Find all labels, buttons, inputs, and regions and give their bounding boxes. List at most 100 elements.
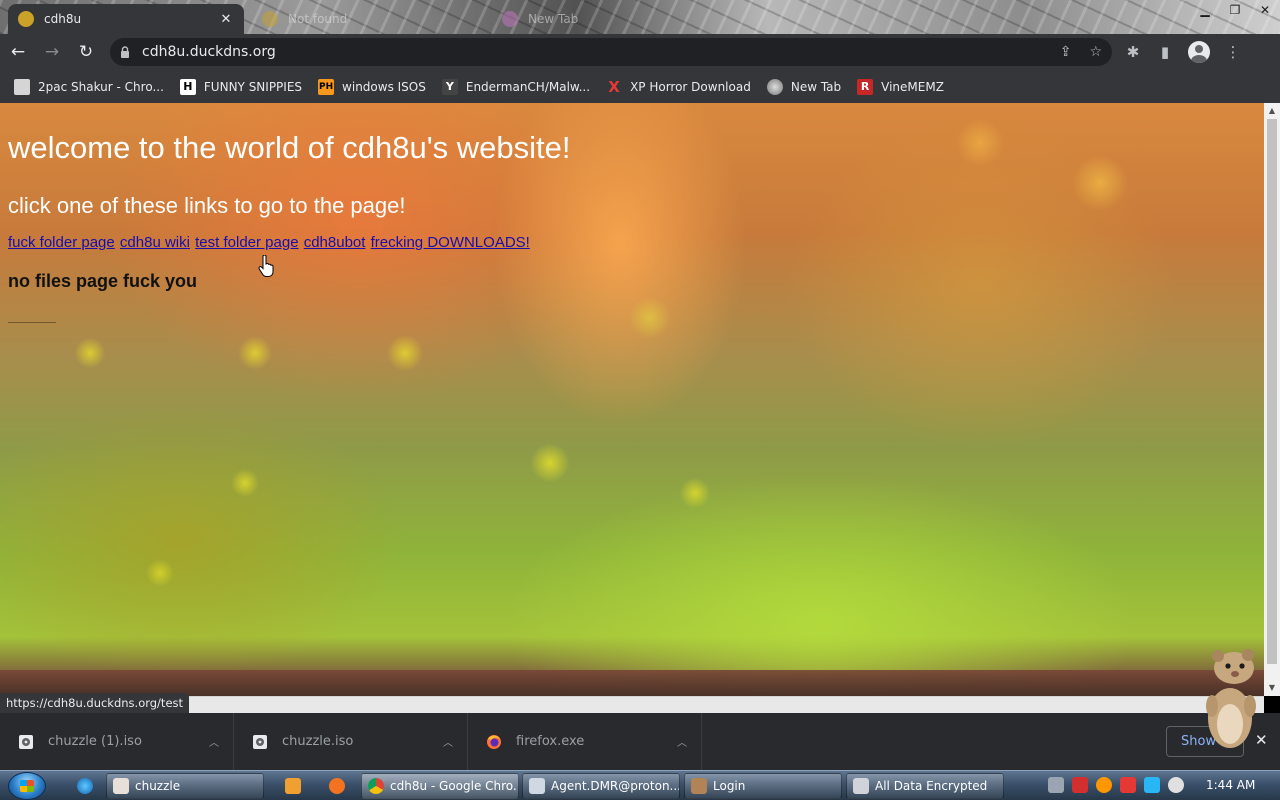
bookmark-label: New Tab <box>790 79 842 94</box>
back-arrow-icon[interactable]: ← <box>2 36 34 68</box>
volume-icon[interactable] <box>1168 777 1184 793</box>
bookmark-vinememz[interactable]: R VineMEMZ <box>857 78 944 95</box>
chevron-up-icon[interactable]: ︿ <box>443 734 453 749</box>
horizontal-scrollbar[interactable] <box>0 696 1264 713</box>
download-shelf: chuzzle (1).iso ︿ chuzzle.iso ︿ firefox.… <box>0 713 1280 770</box>
tab-new-tab[interactable]: New Tab <box>492 4 728 34</box>
profile-avatar[interactable] <box>1188 41 1210 63</box>
globe-icon <box>766 78 783 95</box>
no-files-notice: no files page fuck you <box>8 271 198 291</box>
scroll-down-arrow-icon[interactable]: ▼ <box>1264 680 1280 696</box>
bookmark-label: windows ISOS <box>342 79 426 94</box>
bookmark-endermanch[interactable]: Y EndermanCH/Malw... <box>441 78 590 95</box>
tab-title: cdh8u <box>44 12 82 26</box>
taskbar-button-label: Agent.DMR@proton... <box>551 779 680 793</box>
window-app-icon <box>853 778 869 794</box>
page-title: welcome to the world of cdh8u's website! <box>8 130 571 165</box>
taskbar-button-encrypted[interactable]: All Data Encrypted <box>846 773 1004 799</box>
tray-app-icon[interactable] <box>1048 777 1064 793</box>
reload-icon[interactable]: ↻ <box>70 36 102 68</box>
link-fuck-folder-page[interactable]: fuck folder page <box>8 234 115 251</box>
camera-icon <box>14 78 30 95</box>
restore-icon[interactable]: ❐ <box>1220 2 1250 20</box>
link-preview-status: https://cdh8u.duckdns.org/test <box>0 693 190 713</box>
y-favicon-icon: Y <box>441 78 458 95</box>
login-app-icon <box>691 778 707 794</box>
search-tool-icon[interactable] <box>1096 777 1112 793</box>
page-viewport: welcome to the world of cdh8u's website!… <box>0 103 1264 696</box>
download-item[interactable]: firefox.exe ︿ <box>468 713 702 770</box>
share-icon[interactable]: ⇪ <box>1060 44 1072 60</box>
minimize-icon[interactable]: ▁ <box>1190 2 1220 20</box>
page-content: welcome to the world of cdh8u's website!… <box>0 103 1264 323</box>
hand-pointer-cursor-icon <box>258 255 274 277</box>
ph-favicon-icon: PH <box>318 78 335 95</box>
chevron-up-icon[interactable]: ︿ <box>677 734 687 749</box>
taskbar-button-label: chuzzle <box>135 779 181 793</box>
mail-window-icon <box>529 778 545 794</box>
system-tray <box>1048 777 1184 793</box>
tab-not-found[interactable]: Not found <box>252 4 488 34</box>
tab-cdh8u[interactable]: cdh8u ✕ <box>8 4 244 34</box>
media-player-pin[interactable] <box>274 773 312 799</box>
tab-title: Not found <box>288 12 348 26</box>
link-downloads[interactable]: frecking DOWNLOADS! <box>371 234 530 251</box>
chevron-up-icon[interactable]: ︿ <box>209 734 219 749</box>
divider <box>8 322 56 323</box>
bookmark-star-icon[interactable]: ☆ <box>1089 44 1102 60</box>
link-test-folder-page[interactable]: test folder page <box>195 234 298 251</box>
bookmark-xp-horror[interactable]: X XP Horror Download <box>606 77 751 96</box>
forward-arrow-icon[interactable]: → <box>36 36 68 68</box>
download-filename: chuzzle.iso <box>282 734 354 749</box>
taskbar-button-label: All Data Encrypted <box>875 779 988 793</box>
taskbar-clock[interactable]: 1:44 AM <box>1206 778 1255 792</box>
tab-strip: cdh8u ✕ Not found New Tab ▁ ❐ ✕ <box>0 0 1280 34</box>
tab-title: New Tab <box>528 12 579 26</box>
internet-explorer-pin[interactable] <box>66 773 104 799</box>
download-item[interactable]: chuzzle (1).iso ︿ <box>0 713 234 770</box>
windows-taskbar: chuzzle cdh8u - Google Chro... Agent.DMR… <box>0 770 1280 800</box>
bookmark-label: FUNNY SNIPPIES <box>203 79 303 94</box>
taskbar-button-chrome[interactable]: cdh8u - Google Chro... <box>361 773 519 799</box>
scrollbar-thumb[interactable] <box>1267 119 1277 664</box>
bookmark-label: XP Horror Download <box>630 79 751 94</box>
side-panel-icon[interactable]: ▮ <box>1156 43 1174 61</box>
flag-icon[interactable] <box>1120 777 1136 793</box>
disc-image-icon <box>19 734 33 749</box>
r-favicon-icon: R <box>857 78 874 95</box>
link-cdh8ubot[interactable]: cdh8ubot <box>304 234 366 251</box>
download-filename: chuzzle (1).iso <box>48 734 142 749</box>
extensions-puzzle-icon[interactable]: ✱ <box>1124 43 1142 61</box>
bookmark-funny-snippies[interactable]: H FUNNY SNIPPIES <box>179 78 303 95</box>
download-filename: firefox.exe <box>516 734 585 749</box>
taskbar-button-chuzzle[interactable]: chuzzle <box>106 773 264 799</box>
taskbar-button-email[interactable]: Agent.DMR@proton... <box>522 773 680 799</box>
paint-pin[interactable] <box>318 773 356 799</box>
vertical-scrollbar[interactable]: ▲ ▼ <box>1264 103 1280 696</box>
scroll-up-arrow-icon[interactable]: ▲ <box>1264 103 1280 119</box>
lock-icon <box>121 46 129 58</box>
disc-image-icon <box>253 734 267 749</box>
antivirus-v-icon[interactable] <box>1072 777 1088 793</box>
taskbar-button-label: Login <box>713 779 746 793</box>
link-cdh8u-wiki[interactable]: cdh8u wiki <box>120 234 190 251</box>
more-menu-icon[interactable]: ⋮ <box>1224 43 1242 61</box>
taskbar-button-login[interactable]: Login <box>684 773 842 799</box>
browser-toolbar: ← → ↻ cdh8u.duckdns.org ⇪ ☆ ✱ ▮ ⋮ <box>0 34 1280 70</box>
page-subtitle: click one of these links to go to the pa… <box>8 193 406 218</box>
address-bar[interactable]: cdh8u.duckdns.org ⇪ ☆ <box>110 38 1112 66</box>
download-item[interactable]: chuzzle.iso ︿ <box>234 713 468 770</box>
chuzzle-app-icon <box>113 778 129 794</box>
x-favicon-icon: X <box>608 77 620 96</box>
close-icon[interactable]: ✕ <box>1250 2 1280 20</box>
bookmark-2pac[interactable]: 2pac Shakur - Chro... <box>14 78 164 95</box>
media-player-icon <box>285 778 301 794</box>
bookmark-windows-isos[interactable]: PH windows ISOS <box>318 78 426 95</box>
start-button[interactable] <box>8 772 46 800</box>
firefox-icon <box>487 734 501 749</box>
network-icon[interactable] <box>1144 777 1160 793</box>
bookmarks-bar: 2pac Shakur - Chro... H FUNNY SNIPPIES P… <box>0 70 1280 103</box>
tab-close-icon[interactable]: ✕ <box>218 12 234 27</box>
internet-explorer-icon <box>77 778 93 794</box>
bookmark-new-tab[interactable]: New Tab <box>766 78 842 95</box>
